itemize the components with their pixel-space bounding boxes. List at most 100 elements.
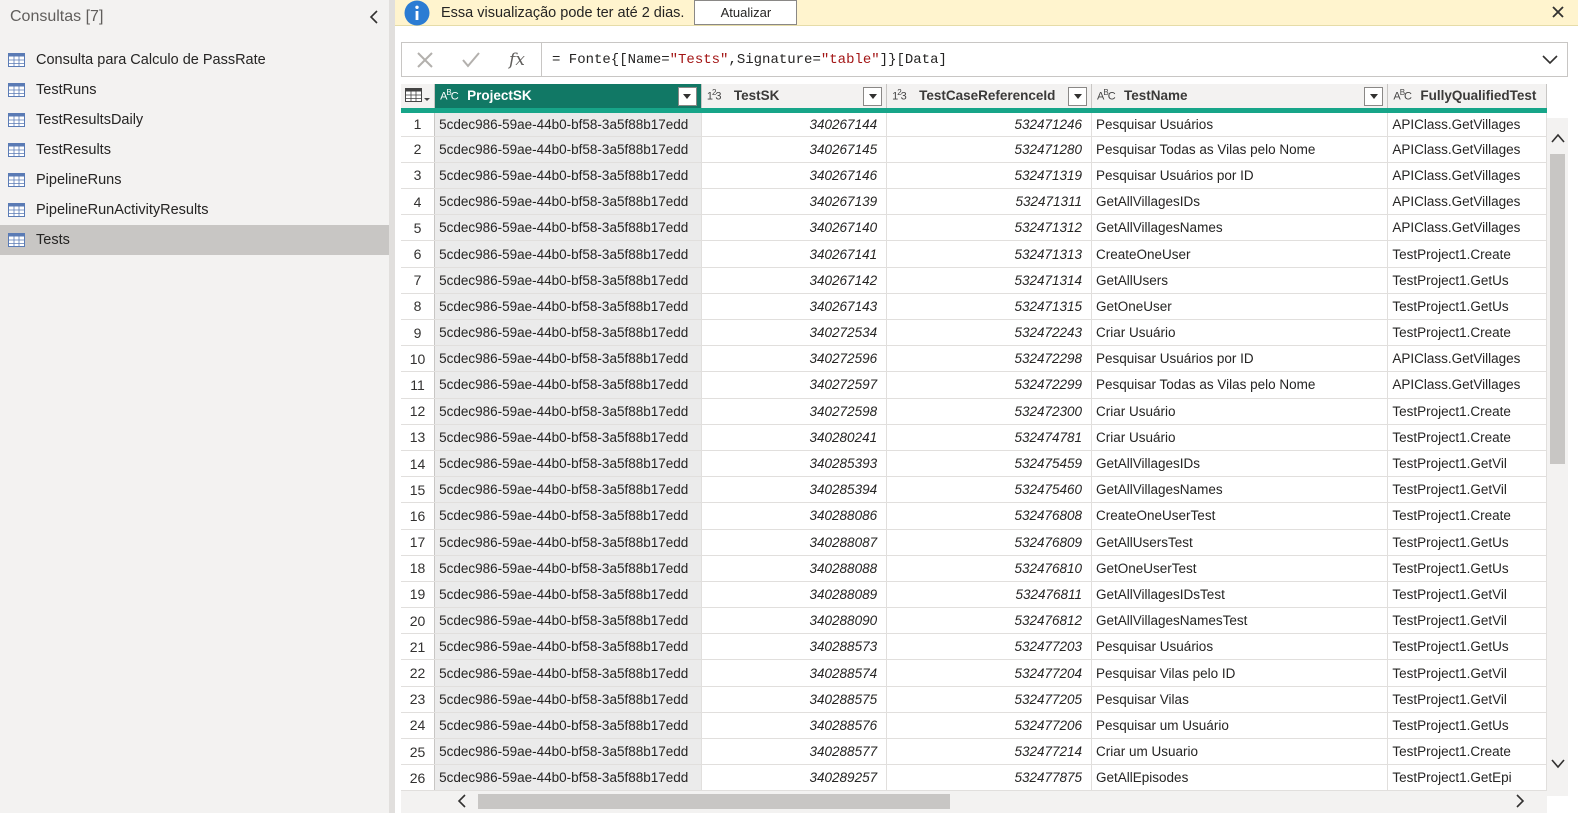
row-number[interactable]: 23 [401, 686, 436, 713]
table-cell[interactable]: APIClass.GetVillages [1387, 110, 1547, 137]
table-cell[interactable]: 340267143 [701, 293, 888, 321]
column-filter-dropdown[interactable] [863, 87, 883, 106]
expand-formula-icon[interactable] [1533, 43, 1567, 76]
table-cell[interactable]: GetOneUserTest [1091, 555, 1389, 582]
table-cell[interactable]: 340288577 [701, 738, 888, 766]
table-cell[interactable]: 340288087 [701, 529, 888, 556]
row-number[interactable]: 10 [401, 345, 436, 373]
row-number[interactable]: 19 [401, 581, 436, 609]
table-cell[interactable]: 340272597 [701, 371, 888, 399]
row-number[interactable]: 26 [401, 764, 436, 792]
pane-splitter[interactable] [389, 0, 395, 813]
table-cell[interactable]: 340267146 [701, 162, 888, 190]
table-cell[interactable]: 532472298 [886, 345, 1093, 373]
table-cell[interactable]: 340267139 [701, 188, 888, 216]
vertical-scrollbar[interactable] [1547, 118, 1568, 796]
table-cell[interactable]: Pesquisar Usuários [1091, 110, 1389, 137]
column-filter-dropdown[interactable] [677, 87, 697, 106]
table-cell[interactable]: 340288573 [701, 633, 888, 661]
table-cell[interactable]: 5cdec986-59ae-44b0-bf58-3a5f88b17edd [434, 293, 702, 321]
table-cell[interactable]: Pesquisar Vilas pelo ID [1091, 659, 1389, 687]
table-cell[interactable]: 5cdec986-59ae-44b0-bf58-3a5f88b17edd [434, 529, 702, 556]
column-type-icon[interactable]: ABC [1393, 88, 1412, 103]
row-number[interactable]: 17 [401, 529, 436, 556]
table-cell[interactable]: Pesquisar Usuários por ID [1091, 162, 1389, 190]
table-cell[interactable]: Pesquisar Usuários [1091, 633, 1389, 661]
row-number[interactable]: 12 [401, 398, 436, 425]
table-cell[interactable]: Pesquisar Vilas [1091, 686, 1389, 713]
table-cell[interactable]: TestProject1.GetVil [1387, 659, 1547, 687]
table-cell[interactable]: TestProject1.GetVil [1387, 686, 1547, 713]
table-cell[interactable]: 532471246 [886, 110, 1093, 137]
query-item[interactable]: TestResultsDaily [0, 105, 389, 135]
table-cell[interactable]: GetAllVillagesNames [1091, 476, 1389, 504]
table-cell[interactable]: 532477875 [886, 764, 1093, 792]
table-cell[interactable]: 532472243 [886, 319, 1093, 347]
scroll-up-icon[interactable] [1551, 130, 1565, 148]
table-cell[interactable]: 340267140 [701, 214, 888, 242]
table-cell[interactable]: 532476809 [886, 529, 1093, 556]
close-icon[interactable] [1550, 4, 1566, 20]
table-cell[interactable]: 5cdec986-59ae-44b0-bf58-3a5f88b17edd [434, 110, 702, 137]
table-cell[interactable]: TestProject1.GetUs [1387, 293, 1547, 321]
table-cell[interactable]: GetOneUser [1091, 293, 1389, 321]
table-cell[interactable]: 532477206 [886, 712, 1093, 740]
table-cell[interactable]: 5cdec986-59ae-44b0-bf58-3a5f88b17edd [434, 136, 702, 163]
table-cell[interactable]: 5cdec986-59ae-44b0-bf58-3a5f88b17edd [434, 267, 702, 294]
horizontal-scrollbar[interactable] [401, 791, 1547, 813]
table-cell[interactable]: 532476812 [886, 607, 1093, 635]
table-cell[interactable]: 5cdec986-59ae-44b0-bf58-3a5f88b17edd [434, 502, 702, 530]
query-item[interactable]: PipelineRuns [0, 165, 389, 195]
vertical-scroll-thumb[interactable] [1550, 154, 1565, 464]
table-cell[interactable]: 340288086 [701, 502, 888, 530]
table-cell[interactable]: CreateOneUser [1091, 240, 1389, 268]
table-cell[interactable]: 340280241 [701, 424, 888, 451]
scroll-right-icon[interactable] [1515, 794, 1525, 813]
table-cell[interactable]: 5cdec986-59ae-44b0-bf58-3a5f88b17edd [434, 345, 702, 373]
table-cell[interactable]: 340288088 [701, 555, 888, 582]
table-cell[interactable]: TestProject1.GetUs [1387, 529, 1547, 556]
table-cell[interactable]: TestProject1.Create [1387, 424, 1547, 451]
query-item[interactable]: Consulta para Calculo de PassRate [0, 45, 389, 75]
table-cell[interactable]: 340289257 [701, 764, 888, 792]
table-cell[interactable]: TestProject1.Create [1387, 502, 1547, 530]
table-cell[interactable]: GetAllUsersTest [1091, 529, 1389, 556]
table-cell[interactable]: 5cdec986-59ae-44b0-bf58-3a5f88b17edd [434, 738, 702, 766]
table-cell[interactable]: 5cdec986-59ae-44b0-bf58-3a5f88b17edd [434, 450, 702, 478]
row-number[interactable]: 18 [401, 555, 436, 582]
table-cell[interactable]: 5cdec986-59ae-44b0-bf58-3a5f88b17edd [434, 633, 702, 661]
table-menu-icon[interactable] [405, 88, 431, 104]
column-type-icon[interactable]: ABC [1097, 88, 1116, 103]
table-cell[interactable]: 532477204 [886, 659, 1093, 687]
horizontal-scroll-thumb[interactable] [478, 794, 950, 809]
scroll-down-icon[interactable] [1551, 756, 1565, 774]
table-cell[interactable]: 340267144 [701, 110, 888, 137]
formula-input[interactable]: = Fonte{[Name= "Tests" ,Signature= "table"]… [542, 43, 1533, 76]
row-number[interactable]: 1 [401, 110, 436, 137]
table-cell[interactable]: APIClass.GetVillages [1387, 371, 1547, 399]
table-cell[interactable]: 532477205 [886, 686, 1093, 713]
row-number[interactable]: 4 [401, 188, 436, 216]
table-cell[interactable]: 340285393 [701, 450, 888, 478]
table-cell[interactable]: 532472300 [886, 398, 1093, 425]
column-header[interactable]: ABC TestName [1091, 84, 1389, 113]
table-cell[interactable]: 532471312 [886, 214, 1093, 242]
table-cell[interactable]: CreateOneUserTest [1091, 502, 1389, 530]
table-cell[interactable]: 532471315 [886, 293, 1093, 321]
table-cell[interactable]: 532475459 [886, 450, 1093, 478]
table-cell[interactable]: Pesquisar um Usuário [1091, 712, 1389, 740]
table-cell[interactable]: 340288576 [701, 712, 888, 740]
table-cell[interactable]: TestProject1.Create [1387, 738, 1547, 766]
row-number[interactable]: 5 [401, 214, 436, 242]
table-cell[interactable]: 5cdec986-59ae-44b0-bf58-3a5f88b17edd [434, 764, 702, 792]
table-cell[interactable]: GetAllVillagesIDs [1091, 450, 1389, 478]
table-cell[interactable]: 5cdec986-59ae-44b0-bf58-3a5f88b17edd [434, 424, 702, 451]
table-cell[interactable]: 532471280 [886, 136, 1093, 163]
table-cell[interactable]: TestProject1.GetEpi [1387, 764, 1547, 792]
table-cell[interactable]: 532472299 [886, 371, 1093, 399]
query-item[interactable]: TestResults [0, 135, 389, 165]
column-type-icon[interactable]: 123 [707, 88, 725, 103]
table-cell[interactable]: TestProject1.GetVil [1387, 581, 1547, 609]
table-cell[interactable]: 532471311 [886, 188, 1093, 216]
table-cell[interactable]: 340288574 [701, 659, 888, 687]
